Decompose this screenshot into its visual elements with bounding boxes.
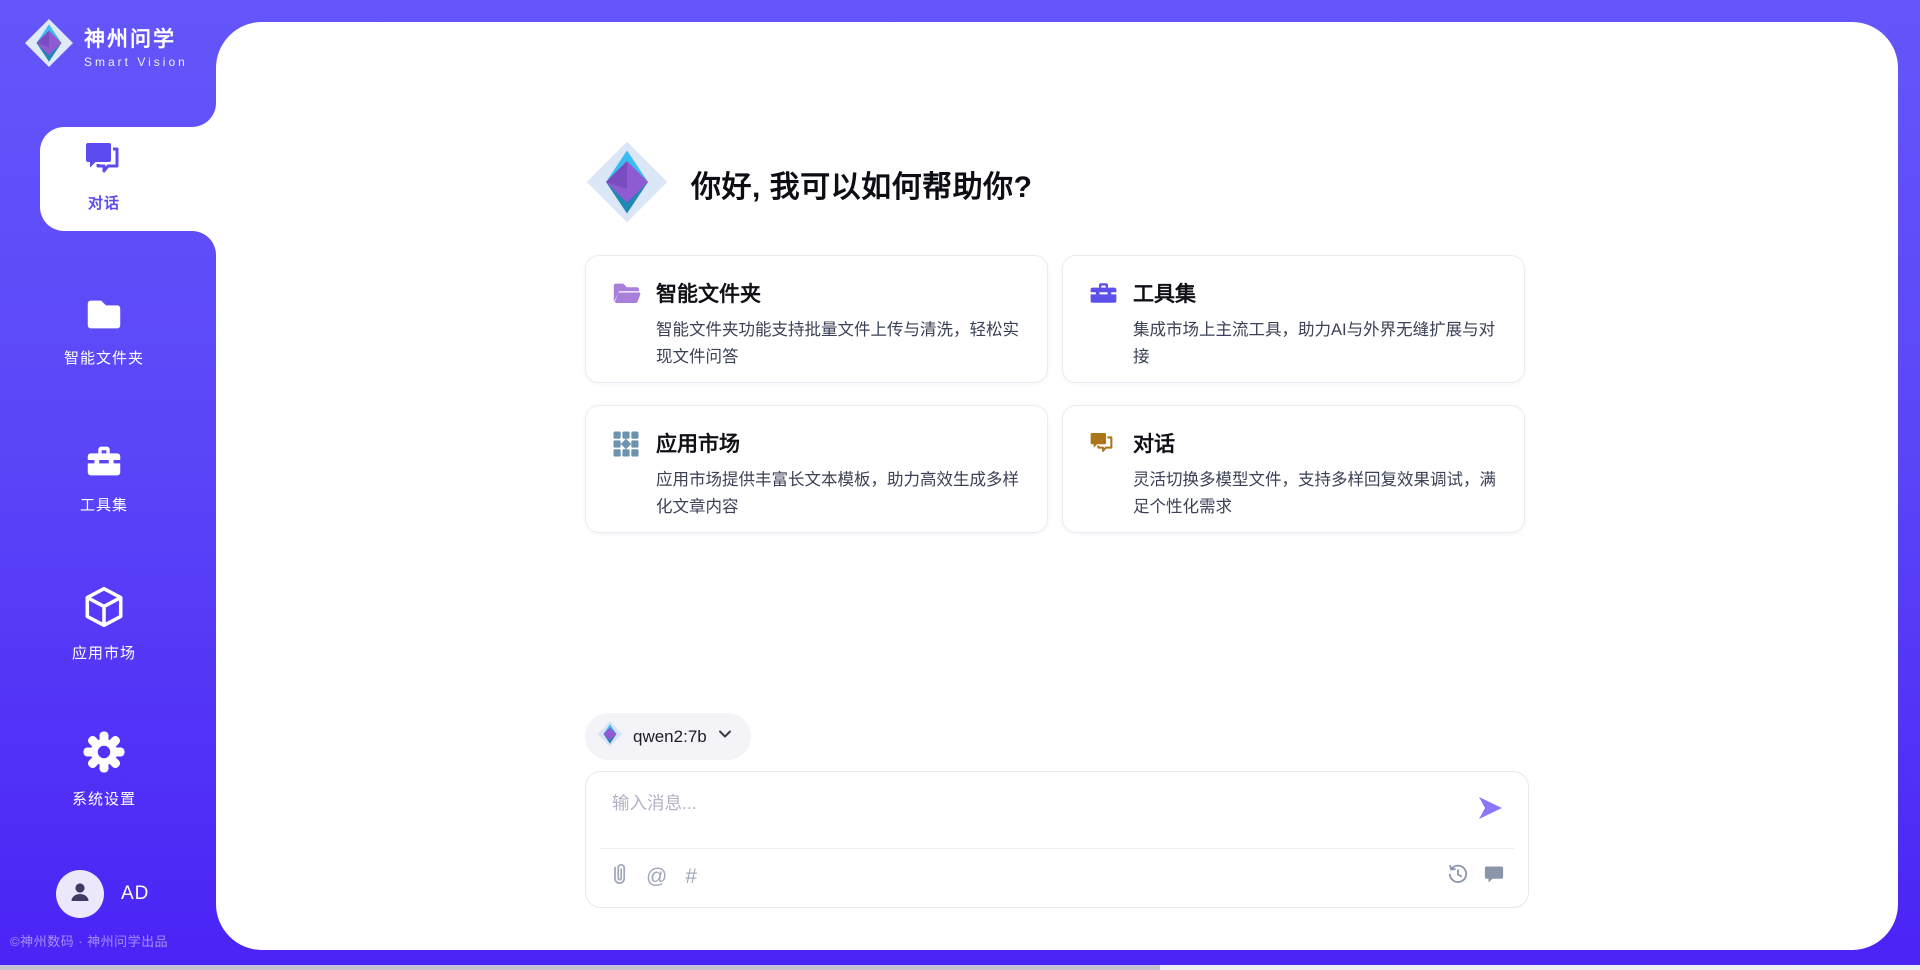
main-panel: 你好, 我可以如何帮助你? 智能文件夹 智能文件夹功能支持批量文件上传与清洗，轻… (216, 22, 1898, 950)
greeting-title: 你好, 我可以如何帮助你? (691, 162, 1033, 206)
chat-icon (1089, 428, 1118, 510)
gear-icon (80, 763, 128, 780)
card-description: 智能文件夹功能支持批量文件上传与清洗，轻松实现文件问答 (656, 317, 1021, 370)
avatar[interactable] (56, 870, 104, 918)
diamond-logo-icon (24, 18, 74, 73)
user-profile[interactable]: AD (56, 870, 149, 918)
card-chat[interactable]: 对话 灵活切换多模型文件，支持多样回复效果调试，满足个性化需求 (1062, 405, 1525, 533)
cube-icon (81, 617, 127, 634)
message-composer: @ # (585, 771, 1529, 908)
copyright-text: ©神州数码 · 神州问学出品 (10, 931, 220, 950)
chevron-down-icon (717, 726, 733, 747)
folder-icon (82, 322, 126, 339)
sidebar-item-label: 系统设置 (24, 788, 184, 809)
sidebar-item-label: 智能文件夹 (24, 347, 184, 368)
sidebar-item-label: 应用市场 (24, 642, 184, 663)
card-description: 灵活切换多模型文件，支持多样回复效果调试，满足个性化需求 (1133, 467, 1498, 520)
sidebar-item-settings[interactable]: 系统设置 (24, 728, 184, 809)
sidebar-item-toolset[interactable]: 工具集 (24, 440, 184, 515)
history-icon[interactable] (1447, 863, 1469, 890)
message-input[interactable] (612, 790, 1432, 842)
feature-cards: 智能文件夹 智能文件夹功能支持批量文件上传与清洗，轻松实现文件问答 (585, 255, 1529, 533)
scrollbar-thumb[interactable] (0, 965, 1160, 970)
sidebar-item-chat[interactable]: 对话 (24, 136, 184, 213)
card-toolset[interactable]: 工具集 集成市场上主流工具，助力AI与外界无缝扩展与对接 (1062, 255, 1525, 383)
grid-icon (612, 428, 641, 510)
paperclip-icon[interactable] (612, 863, 628, 890)
at-sign-icon[interactable]: @ (646, 866, 667, 887)
sidebar: 神州问学 Smart Vision 对话 智能文件夹 (0, 0, 216, 970)
app-title: 神州问学 (84, 23, 188, 53)
diamond-logo-icon (585, 139, 669, 230)
briefcase-icon (1089, 278, 1118, 360)
card-title: 应用市场 (656, 428, 1021, 458)
folder-open-icon (612, 278, 641, 360)
send-icon[interactable] (1476, 794, 1504, 822)
user-name: AD (121, 883, 149, 905)
card-description: 集成市场上主流工具，助力AI与外界无缝扩展与对接 (1133, 317, 1498, 370)
sidebar-item-label: 对话 (24, 192, 184, 213)
app-subtitle: Smart Vision (84, 55, 188, 69)
horizontal-scrollbar[interactable] (0, 965, 1920, 970)
model-selector[interactable]: qwen2:7b (585, 713, 751, 760)
app-logo: 神州问学 Smart Vision (24, 18, 188, 73)
sidebar-item-label: 工具集 (24, 494, 184, 515)
model-name: qwen2:7b (633, 727, 707, 747)
card-description: 应用市场提供丰富长文本模板，助力高效生成多样化文章内容 (656, 467, 1021, 520)
comment-icon[interactable] (1484, 864, 1504, 889)
card-title: 智能文件夹 (656, 278, 1021, 308)
sidebar-item-app-market[interactable]: 应用市场 (24, 584, 184, 663)
card-title: 对话 (1133, 428, 1498, 458)
card-title: 工具集 (1133, 278, 1498, 308)
greeting: 你好, 我可以如何帮助你? (585, 141, 1529, 227)
hash-icon[interactable]: # (685, 866, 697, 887)
person-icon (67, 879, 93, 910)
sidebar-item-smart-folder[interactable]: 智能文件夹 (24, 293, 184, 368)
card-smart-folder[interactable]: 智能文件夹 智能文件夹功能支持批量文件上传与清洗，轻松实现文件问答 (585, 255, 1048, 383)
toolbox-icon (82, 469, 126, 486)
diamond-logo-icon (597, 721, 623, 752)
card-app-market[interactable]: 应用市场 应用市场提供丰富长文本模板，助力高效生成多样化文章内容 (585, 405, 1048, 533)
composer-divider (600, 848, 1514, 849)
chat-icon (82, 167, 126, 184)
